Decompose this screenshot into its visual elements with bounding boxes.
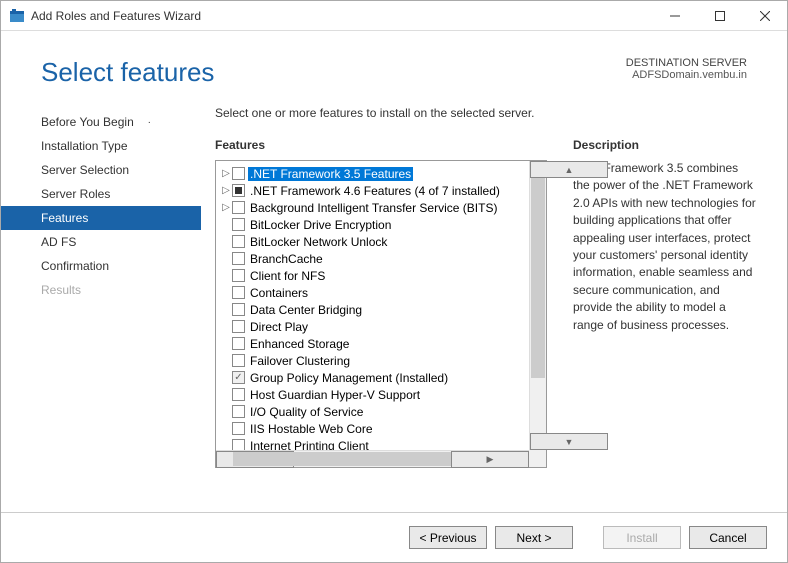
nav-item-ad-fs[interactable]: AD FS	[1, 230, 201, 254]
feature-item[interactable]: ▷IIS Hostable Web Core	[220, 420, 529, 437]
nav-item-features[interactable]: Features	[1, 206, 201, 230]
destination-server-name: ADFSDomain.vembu.in	[626, 69, 747, 81]
feature-checkbox[interactable]	[232, 303, 245, 316]
feature-label[interactable]: BitLocker Network Unlock	[248, 235, 389, 249]
description-heading: Description	[573, 138, 757, 152]
feature-checkbox[interactable]	[232, 371, 245, 384]
nav-item-installation-type[interactable]: Installation Type	[1, 134, 201, 158]
expand-icon[interactable]: ▷	[220, 168, 232, 179]
close-button[interactable]	[742, 1, 787, 30]
feature-label[interactable]: Enhanced Storage	[248, 337, 351, 351]
feature-label[interactable]: Client for NFS	[248, 269, 327, 283]
wizard-nav: Before You Begin·Installation TypeServer…	[1, 98, 201, 498]
feature-checkbox[interactable]	[232, 252, 245, 265]
features-heading: Features	[215, 138, 547, 152]
content-area: Select one or more features to install o…	[201, 98, 787, 498]
window-controls	[652, 1, 787, 30]
feature-label[interactable]: Failover Clustering	[248, 354, 352, 368]
features-tree: ▷ .NET Framework 3.5 Features ▷ .NET Framew…	[215, 160, 547, 468]
feature-item[interactable]: ▷Failover Clustering	[220, 352, 529, 369]
page-title: Select features	[41, 57, 626, 88]
feature-label[interactable]: .NET Framework 3.5 Features	[248, 167, 413, 181]
feature-checkbox[interactable]	[232, 354, 245, 367]
install-button: Install	[603, 526, 681, 549]
feature-checkbox[interactable]	[232, 320, 245, 333]
feature-item[interactable]: ▷ .NET Framework 3.5 Features	[220, 165, 529, 182]
feature-label[interactable]: Direct Play	[248, 320, 310, 334]
feature-label[interactable]: BranchCache	[248, 252, 325, 266]
feature-item[interactable]: ▷BitLocker Drive Encryption	[220, 216, 529, 233]
feature-label[interactable]: Data Center Bridging	[248, 303, 364, 317]
feature-item[interactable]: ▷BranchCache	[220, 250, 529, 267]
horizontal-scrollbar[interactable]: ◀ ▶	[216, 450, 529, 467]
maximize-button[interactable]	[697, 1, 742, 30]
feature-checkbox[interactable]	[232, 422, 245, 435]
feature-item[interactable]: ▷Internet Printing Client	[220, 437, 529, 450]
app-icon	[9, 8, 25, 24]
nav-item-before-you-begin[interactable]: Before You Begin·	[1, 110, 201, 134]
feature-item[interactable]: ▷Client for NFS	[220, 267, 529, 284]
features-tree-viewport[interactable]: ▷ .NET Framework 3.5 Features ▷ .NET Framew…	[216, 161, 529, 450]
feature-checkbox[interactable]	[232, 388, 245, 401]
feature-checkbox[interactable]	[232, 269, 245, 282]
expand-icon[interactable]: ▷	[220, 202, 232, 213]
feature-checkbox[interactable]	[232, 405, 245, 418]
feature-item[interactable]: ▷Host Guardian Hyper-V Support	[220, 386, 529, 403]
feature-checkbox[interactable]	[232, 184, 245, 197]
description-text: .NET Framework 3.5 combines the power of…	[573, 160, 757, 334]
expand-icon[interactable]: ▷	[220, 185, 232, 196]
feature-label[interactable]: I/O Quality of Service	[248, 405, 365, 419]
feature-label[interactable]: Background Intelligent Transfer Service …	[248, 201, 499, 215]
feature-checkbox[interactable]	[232, 167, 245, 180]
nav-item-server-roles[interactable]: Server Roles	[1, 182, 201, 206]
vertical-scroll-thumb[interactable]	[531, 178, 545, 378]
window-title: Add Roles and Features Wizard	[31, 9, 652, 23]
instruction-text: Select one or more features to install o…	[215, 106, 757, 120]
scroll-corner	[529, 450, 546, 467]
feature-label[interactable]: BitLocker Drive Encryption	[248, 218, 393, 232]
feature-label[interactable]: Containers	[248, 286, 310, 300]
feature-label[interactable]: IIS Hostable Web Core	[248, 422, 375, 436]
feature-label[interactable]: .NET Framework 4.6 Features (4 of 7 inst…	[248, 184, 502, 198]
feature-item[interactable]: ▷Direct Play	[220, 318, 529, 335]
feature-item[interactable]: ▷Group Policy Management (Installed)	[220, 369, 529, 386]
feature-checkbox[interactable]	[232, 439, 245, 450]
cancel-button[interactable]: Cancel	[689, 526, 767, 549]
feature-item[interactable]: ▷Containers	[220, 284, 529, 301]
next-button[interactable]: Next >	[495, 526, 573, 549]
feature-item[interactable]: ▷BitLocker Network Unlock	[220, 233, 529, 250]
feature-label[interactable]: Group Policy Management (Installed)	[248, 371, 450, 385]
previous-button[interactable]: < Previous	[409, 526, 487, 549]
wizard-header: Select features DESTINATION SERVER ADFSD…	[1, 31, 787, 98]
scroll-right-icon[interactable]: ▶	[451, 451, 529, 468]
scroll-down-icon[interactable]: ▼	[530, 433, 608, 450]
nav-item-results: Results	[1, 278, 201, 302]
feature-label[interactable]: Host Guardian Hyper-V Support	[248, 388, 422, 402]
nav-item-server-selection[interactable]: Server Selection	[1, 158, 201, 182]
vertical-scrollbar[interactable]: ▲ ▼	[529, 161, 546, 450]
feature-checkbox[interactable]	[232, 286, 245, 299]
horizontal-scroll-thumb[interactable]	[233, 452, 473, 466]
feature-item[interactable]: ▷ Background Intelligent Transfer Service…	[220, 199, 529, 216]
feature-checkbox[interactable]	[232, 337, 245, 350]
feature-item[interactable]: ▷Data Center Bridging	[220, 301, 529, 318]
feature-checkbox[interactable]	[232, 218, 245, 231]
nav-marker: ·	[148, 117, 151, 128]
wizard-footer: < Previous Next > Install Cancel	[1, 512, 787, 562]
feature-checkbox[interactable]	[232, 201, 245, 214]
minimize-button[interactable]	[652, 1, 697, 30]
destination-server-block: DESTINATION SERVER ADFSDomain.vembu.in	[626, 57, 747, 81]
scroll-up-icon[interactable]: ▲	[530, 161, 608, 178]
feature-item[interactable]: ▷ .NET Framework 4.6 Features (4 of 7 ins…	[220, 182, 529, 199]
feature-item[interactable]: ▷I/O Quality of Service	[220, 403, 529, 420]
destination-label: DESTINATION SERVER	[626, 57, 747, 69]
feature-item[interactable]: ▷Enhanced Storage	[220, 335, 529, 352]
feature-checkbox[interactable]	[232, 235, 245, 248]
nav-item-confirmation[interactable]: Confirmation	[1, 254, 201, 278]
titlebar: Add Roles and Features Wizard	[1, 1, 787, 31]
feature-label[interactable]: Internet Printing Client	[248, 439, 371, 451]
